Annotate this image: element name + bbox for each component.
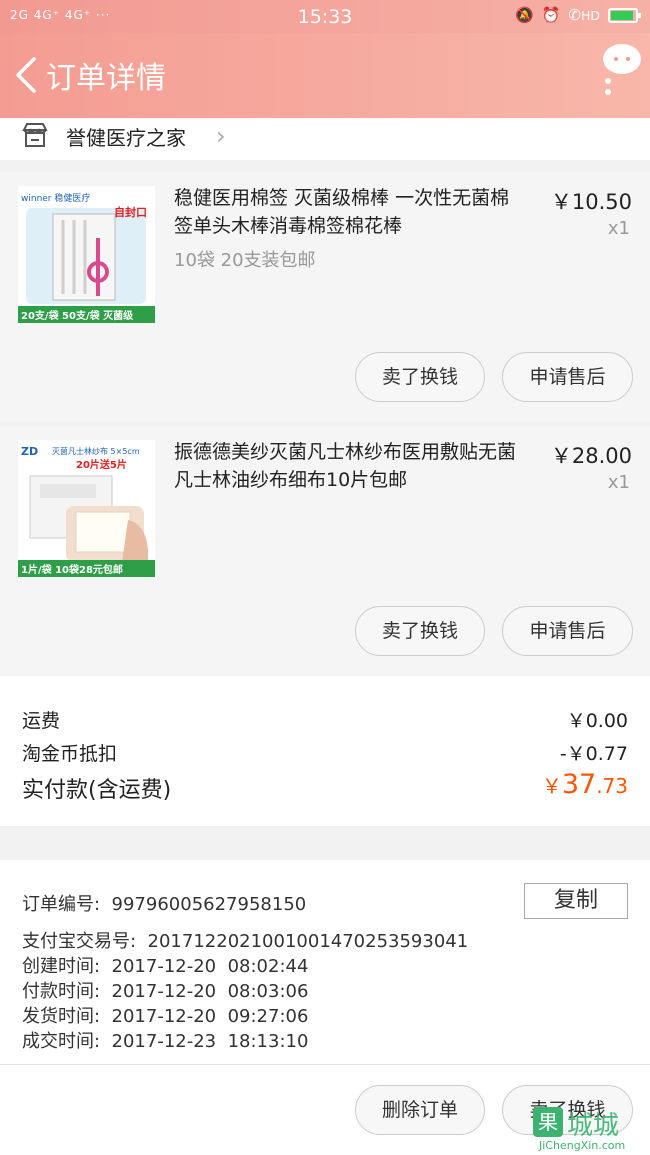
- order-item[interactable]: ZD 灭菌凡士林纱布 5×5cm 20片送5片 1片/袋 10袋28元包邮 振德…: [0, 426, 650, 674]
- thumb-tag: 20片送5片: [76, 458, 127, 471]
- completed-row: 成交时间: 2017-12-23 18:13:10: [22, 1031, 309, 1052]
- order-number-row: 订单编号: 99796005627958150: [22, 894, 307, 915]
- mute-bell-icon: 🔕: [515, 6, 534, 24]
- hd-call-icon: ✆HD: [568, 6, 600, 24]
- shipping-row: 运费 ￥0.00: [22, 706, 628, 733]
- price-summary: 运费 ￥0.00 淘金币抵扣 -￥0.77 实付款(含运费) ￥37.73: [0, 676, 650, 826]
- title-bar: 订单详情: [0, 33, 650, 118]
- product-price: ￥10.50: [550, 190, 632, 214]
- paid-row: 付款时间: 2017-12-20 08:03:06: [22, 981, 309, 1002]
- store-icon: [22, 123, 48, 147]
- alarm-icon: ⏰: [541, 6, 561, 24]
- chevron-right-icon[interactable]: ›: [216, 122, 226, 150]
- shop-row[interactable]: 誉健医疗之家 ›: [0, 118, 650, 160]
- sell-for-cash-button[interactable]: 卖了换钱: [355, 352, 485, 402]
- alipay-number: 2017122021001001470253593041: [147, 931, 469, 952]
- shipping-value: ￥0.00: [566, 710, 628, 732]
- shipped-row: 发货时间: 2017-12-20 09:27:06: [22, 1006, 309, 1027]
- request-after-sale-button[interactable]: 申请售后: [502, 352, 633, 402]
- sell-for-cash-button[interactable]: 卖了换钱: [355, 606, 485, 656]
- thumb-tag: 自封口: [114, 205, 147, 219]
- battery-icon: [608, 7, 641, 23]
- coin-value: -￥0.77: [559, 743, 628, 765]
- thumb-caption: 20支/袋 50支/袋 灭菌级: [21, 309, 134, 322]
- order-info: 订单编号: 99796005627958150 复制 支付宝交易号: 20171…: [0, 860, 650, 1064]
- product-quantity: x1: [607, 472, 630, 493]
- total-row: 实付款(含运费) ￥37.73: [22, 769, 628, 804]
- product-price: ￥28.00: [550, 444, 632, 468]
- chat-bubble-icon[interactable]: [602, 39, 642, 99]
- product-quantity: x1: [607, 218, 630, 239]
- product-thumbnail[interactable]: ZD 灭菌凡士林纱布 5×5cm 20片送5片 1片/袋 10袋28元包邮: [18, 440, 155, 577]
- thumb-caption: 1片/袋 10袋28元包邮: [21, 563, 123, 576]
- product-sku: 10袋 20支装包邮: [174, 250, 316, 271]
- status-bar: 2G 4G⁺ 4G⁺ ··· 15:33 🔕 ⏰ ✆HD: [0, 0, 650, 33]
- order-item[interactable]: winner 稳健医疗 自封口 20支/袋 50支/袋 灭菌级 稳健医用棉签 灭…: [0, 172, 650, 422]
- watermark-logo: 果: [533, 1107, 563, 1137]
- total-value: ￥37.73: [541, 769, 628, 800]
- page-title: 订单详情: [46, 61, 166, 96]
- created-row: 创建时间: 2017-12-20 08:02:44: [22, 956, 309, 977]
- shipping-label: 运费: [22, 710, 61, 732]
- status-icons: 🔕 ⏰ ✆HD: [515, 6, 641, 24]
- coin-deduction-row: 淘金币抵扣 -￥0.77: [22, 739, 628, 766]
- alipay-row: 支付宝交易号: 2017122021001001470253593041: [22, 931, 469, 952]
- thumb-brand: ZD: [21, 445, 38, 458]
- thumb-brand: winner 稳健医疗: [21, 192, 90, 204]
- watermark-text: 城城: [567, 1111, 620, 1141]
- watermark-url: JiChengXin.com: [539, 1139, 626, 1152]
- delete-order-button[interactable]: 删除订单: [355, 1085, 485, 1135]
- thumb-header: 灭菌凡士林纱布 5×5cm: [52, 446, 140, 456]
- request-after-sale-button[interactable]: 申请售后: [502, 606, 633, 656]
- order-number: 99796005627958150: [111, 894, 307, 915]
- product-thumbnail[interactable]: winner 稳健医疗 自封口 20支/袋 50支/袋 灭菌级: [18, 186, 155, 323]
- product-title[interactable]: 稳健医用棉签 灭菌级棉棒 一次性无菌棉签单头木棒消毒棉签棉花棒: [174, 184, 524, 240]
- coin-label: 淘金币抵扣: [22, 743, 118, 765]
- site-watermark: 果 城城 JiChengXin.com: [533, 1105, 650, 1155]
- shop-name[interactable]: 誉健医疗之家: [66, 122, 186, 151]
- total-label: 实付款(含运费): [22, 778, 172, 803]
- product-title[interactable]: 振德德美纱灭菌凡士林纱布医用敷贴无菌凡士林油纱布细布10片包邮: [174, 438, 524, 494]
- chevron-left-icon[interactable]: [12, 55, 42, 95]
- copy-button[interactable]: 复制: [524, 883, 628, 919]
